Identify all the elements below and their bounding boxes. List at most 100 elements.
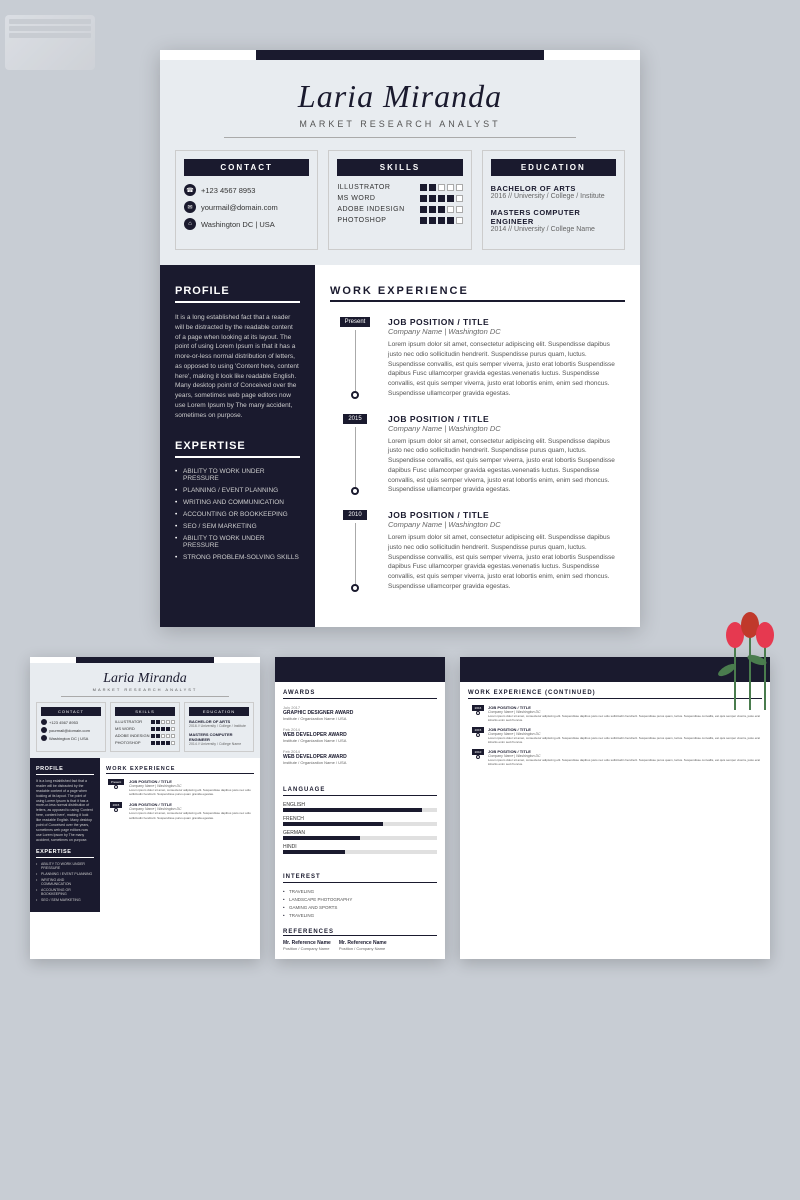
work-details: JOB POSITION / TITLE Company Name | Wash… — [380, 414, 625, 496]
skill-dots — [420, 206, 463, 213]
thumb-contact-header: CONTACT — [41, 707, 101, 716]
p2r-desc: Lorem ipsum dolor sit amet, consectetur … — [488, 758, 762, 766]
thumb-email-icon — [41, 727, 47, 733]
work-details: JOB POSITION / TITLE Company Name | Wash… — [380, 510, 625, 592]
thumb-work-details: JOB POSITION / TITLE Company Name | Wash… — [126, 802, 254, 819]
thumb-skill: PHOTOSHOP — [115, 740, 175, 745]
timeline-dot — [351, 487, 359, 495]
resume-body: PROFILE It is a long established fact th… — [160, 265, 640, 627]
award-org: Institute / Organization Name / USA — [283, 760, 437, 765]
ref-detail: Position / Company Name — [339, 946, 387, 951]
work-item-1: Present JOB POSITION / TITLE Company Nam… — [330, 317, 625, 399]
references-section: REFERENCES Mr. Reference Name Position /… — [275, 929, 445, 959]
edu-item-2: MASTERS COMPUTER ENGINEER 2014 // Univer… — [491, 208, 616, 233]
thumb-exp-item: SEO / SEM MARKETING — [36, 898, 94, 902]
skill-name: MS WORD — [337, 195, 375, 202]
thumb-skill-dots — [151, 734, 175, 738]
references-list: Mr. Reference Name Position / Company Na… — [283, 940, 437, 951]
timeline-dot — [351, 391, 359, 399]
p2r-timeline: 2016 — [468, 705, 488, 722]
lang-bar — [283, 850, 437, 854]
skills-column: SKILLS ILLUSTRATOR MS WORD — [328, 150, 471, 250]
thumb-phone-icon — [41, 719, 47, 725]
work-badge: 2015 — [343, 414, 366, 424]
thumb-timeline: Present — [106, 779, 126, 796]
location-icon: ⌂ — [184, 218, 196, 230]
job-title: JOB POSITION / TITLE — [388, 414, 625, 424]
thumb-header-line — [61, 696, 229, 697]
timeline-line — [355, 523, 356, 586]
lang-bar — [283, 808, 437, 812]
dot — [420, 217, 427, 224]
thumb-email-text: yourmail@domain.com — [49, 728, 90, 733]
awards-title: AWARDS — [283, 690, 437, 699]
language-title: LANGUAGE — [283, 787, 437, 796]
thumb-work-1: Present JOB POSITION / TITLE Company Nam… — [106, 779, 254, 796]
thumb-degree: MASTERS COMPUTER ENGINEER — [189, 732, 249, 742]
contact-column: CONTACT ☎ +123 4567 8953 ✉ yourmail@doma… — [175, 150, 318, 250]
education-column: EDUCATION BACHELOR OF ARTS 2016 // Unive… — [482, 150, 625, 250]
thumb-skill-name: ILLUSTRATOR — [115, 719, 142, 724]
skill-dots — [420, 195, 463, 202]
interest-title: INTEREST — [283, 874, 437, 883]
award-2: Feb 2014 WEB DEVELOPER AWARD Institute /… — [283, 727, 437, 743]
thumb-location-text: Washington DC | USA — [49, 736, 88, 741]
thumb-contact-col: CONTACT +123 4567 8953 yourmail@domain.c… — [36, 702, 106, 752]
dot — [456, 184, 463, 191]
award-org: Institute / Organization Name / USA — [283, 716, 437, 721]
thumb-skill: MS WORD — [115, 726, 175, 731]
work-item-2: 2015 JOB POSITION / TITLE Company Name |… — [330, 414, 625, 496]
timeline-dot — [351, 584, 359, 592]
thumb-loc-icon — [41, 735, 47, 741]
phone-icon: ☎ — [184, 184, 196, 196]
ref-detail: Position / Company Name — [283, 946, 331, 951]
dot — [447, 206, 454, 213]
thumb-work-title: WORK EXPERIENCE — [106, 766, 254, 774]
thumb-edu-col: EDUCATION BACHELOR OF ARTS 2016 // Unive… — [184, 702, 254, 752]
p2c-top-bar — [275, 657, 445, 682]
expertise-item: ACCOUNTING OR BOOKKEEPING — [175, 511, 300, 518]
thumb-phone-text: +123 4567 8953 — [49, 720, 78, 725]
award-org: Institute / Organization Name / USA — [283, 738, 437, 743]
interest-section: INTEREST TRAVELING LANDSCAPE PHOTOGRAPHY… — [275, 866, 445, 929]
award-3: Feb 2014 WEB DEVELOPER AWARD Institute /… — [283, 749, 437, 765]
p2r-details: JOB POSITION / TITLE Company Name | Wash… — [488, 727, 762, 744]
lang-hindi: HINDI — [283, 844, 437, 854]
thumb-skill-dots — [151, 727, 175, 731]
dot — [456, 195, 463, 202]
dot — [420, 206, 427, 213]
dot — [438, 195, 445, 202]
lang-bar — [283, 822, 437, 826]
p2r-timeline: 2010 — [468, 749, 488, 766]
p2r-timeline: 2015 — [468, 727, 488, 744]
interest-item: LANDSCAPE PHOTOGRAPHY — [283, 897, 437, 902]
thumb-edu-1: BACHELOR OF ARTS 2016 // University / Co… — [189, 719, 249, 728]
thumb-location: Washington DC | USA — [41, 735, 101, 741]
job-title: JOB POSITION / TITLE — [388, 510, 625, 520]
skill-photoshop: PHOTOSHOP — [337, 217, 462, 224]
p2r-badge: 2015 — [472, 727, 485, 733]
dot — [438, 217, 445, 224]
p2r-badge: 2016 — [472, 705, 485, 711]
thumb-profile-title: PROFILE — [36, 766, 94, 775]
company-name: Company Name | Washington DC — [388, 424, 625, 433]
skill-dots — [420, 217, 463, 224]
dot — [420, 184, 427, 191]
work-description: Lorem ipsum dolor sit amet, consectetur … — [388, 340, 625, 399]
dot — [429, 195, 436, 202]
lang-fill — [283, 850, 345, 854]
thumb-info: CONTACT +123 4567 8953 yourmail@domain.c… — [30, 702, 260, 758]
lang-fill — [283, 836, 360, 840]
p2r-desc: Lorem ipsum dolor sit amet, consectetur … — [488, 714, 762, 722]
page2-left: Laria Miranda MARKET RESEARCH ANALYST CO… — [30, 657, 260, 959]
lang-bar — [283, 836, 437, 840]
thumb-work-details: JOB POSITION / TITLE Company Name | Wash… — [126, 779, 254, 796]
thumb-edu-2: MASTERS COMPUTER ENGINEER 2014 // Univer… — [189, 732, 249, 746]
work-badge: 2010 — [343, 510, 366, 520]
degree-year: 2016 // University / College / Institute — [491, 193, 616, 200]
p2r-dot — [476, 755, 480, 759]
thumb-edu-header: EDUCATION — [189, 707, 249, 716]
dot — [456, 206, 463, 213]
work-timeline: 2015 — [330, 414, 380, 496]
email-address: yourmail@domain.com — [201, 203, 278, 212]
